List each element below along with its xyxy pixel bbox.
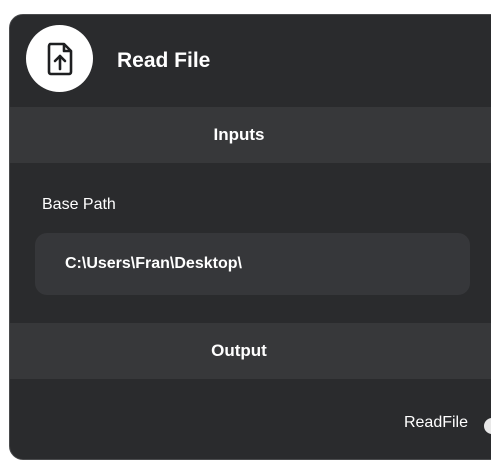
- inputs-section-label: Inputs: [213, 125, 265, 144]
- read-file-node[interactable]: Read File Inputs Base Path C:\Users\Fran…: [9, 14, 491, 460]
- readfile-output-port[interactable]: [482, 416, 491, 436]
- base-path-value: C:\Users\Fran\Desktop\: [65, 255, 242, 272]
- node-title: Read File: [117, 49, 211, 72]
- inputs-section-header: Inputs: [10, 107, 491, 163]
- readfile-output-label: ReadFile: [403, 414, 468, 431]
- output-section-label: Output: [211, 341, 267, 360]
- output-port-row: ReadFile: [10, 379, 491, 459]
- output-section-header: Output: [10, 323, 491, 379]
- file-upload-icon: [26, 25, 93, 92]
- node-header[interactable]: Read File: [10, 15, 491, 107]
- base-path-label: Base Path: [42, 196, 116, 213]
- base-path-input[interactable]: C:\Users\Fran\Desktop\: [35, 233, 470, 295]
